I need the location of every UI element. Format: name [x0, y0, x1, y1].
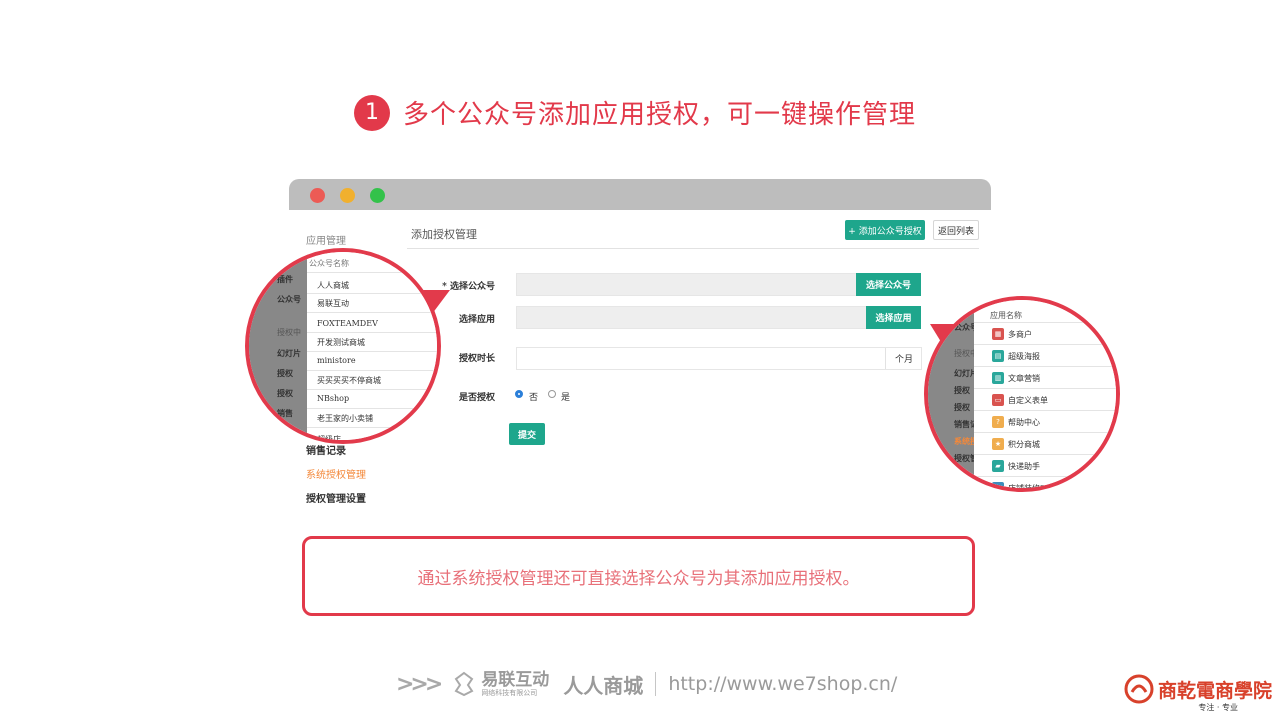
minimize-window-button[interactable] [340, 188, 355, 203]
app-option[interactable]: 超级海报 [1008, 351, 1040, 362]
left-magnifier: 插件 公众号 授权中 幻灯片 授权 授权 销售 公众号名称 人人商城 易联互动 … [245, 248, 441, 444]
article-icon: ▥ [992, 372, 1004, 384]
app-option[interactable]: 帮助中心 [1008, 417, 1040, 428]
app-dropdown-header: 应用名称 [990, 311, 1022, 320]
submit-button[interactable]: 提交 [509, 423, 545, 445]
sidebar-item-auth-settings[interactable]: 授权管理设置 [306, 490, 366, 505]
decorate-icon: ◧ [992, 482, 1004, 488]
account-option[interactable]: 人人商城 [317, 280, 349, 291]
right-behind-label-5: 授权 [954, 402, 970, 412]
slide-title-text: 多个公众号添加应用授权，可一键操作管理 [403, 100, 917, 130]
close-window-button[interactable] [310, 188, 325, 203]
window-titlebar [289, 179, 991, 210]
maximize-window-button[interactable] [370, 188, 385, 203]
app-dropdown: 应用名称 ▦ 多商户 ▤ 超级海报 ▥ 文章营销 ▭ 自定义表单 ? 帮助中心 … [974, 300, 1116, 488]
points-icon: ★ [992, 438, 1004, 450]
app-option[interactable]: 多商户 [1008, 329, 1032, 340]
step-number-badge: 1 [354, 94, 390, 131]
radio-no-label: 否 [529, 393, 539, 403]
left-behind-label-2: 公众号 [277, 294, 301, 304]
duration-unit: 个月 [885, 348, 922, 369]
select-app-button[interactable]: 选择应用 [866, 306, 921, 329]
form-icon: ▭ [992, 394, 1004, 406]
note-box: 通过系统授权管理还可直接选择公众号为其添加应用授权。 [302, 536, 975, 616]
left-behind-label-7: 销售 [277, 408, 293, 418]
footer-url[interactable]: http://www.we7shop.cn/ [668, 673, 897, 695]
right-behind-label-4: 授权 [954, 385, 970, 395]
help-icon: ? [992, 416, 1004, 428]
brand-name: 商乾電商學院 [1157, 679, 1272, 702]
add-account-auth-button[interactable]: + 添加公众号授权 [845, 220, 925, 240]
footer: >>> 易联互动 网络科技有限公司 人人商城 http://www.we7sho… [396, 668, 897, 700]
account-input[interactable] [516, 273, 857, 296]
radio-yes-label: 是 [561, 393, 571, 403]
product-logo: 人人商城 [563, 673, 644, 698]
account-option[interactable]: 易联互动 [317, 298, 349, 309]
back-to-list-button[interactable]: 返回列表 [933, 220, 979, 240]
account-option[interactable]: 老王家的小卖铺 [317, 413, 373, 424]
account-dropdown: 公众号名称 人人商城 易联互动 FOXTEAMDEV 开发测试商城 minist… [307, 252, 437, 440]
header-divider [407, 248, 979, 249]
chevrons-icon: >>> [396, 671, 443, 697]
company-logo: 易联互动 网络科技有限公司 [481, 671, 549, 698]
select-account-button[interactable]: 选择公众号 [856, 273, 921, 296]
radio-yes[interactable] [548, 390, 556, 398]
note-text: 通过系统授权管理还可直接选择公众号为其添加应用授权。 [417, 568, 860, 589]
left-behind-label-5: 授权 [277, 368, 293, 378]
slide-title: 1 多个公众号添加应用授权，可一键操作管理 [354, 94, 916, 131]
account-option[interactable]: ministore [317, 356, 356, 365]
yilian-logo-icon [454, 671, 474, 697]
account-option[interactable]: FOXTEAMDEV [317, 319, 378, 328]
brand-emblem-icon [1124, 674, 1154, 704]
app-option[interactable]: 快递助手 [1008, 461, 1040, 472]
duration-input[interactable] [516, 347, 922, 370]
app-input[interactable] [516, 306, 867, 329]
express-icon: ▰ [992, 460, 1004, 472]
sidebar-section-title: 应用管理 [306, 236, 346, 247]
store-icon: ▦ [992, 328, 1004, 340]
account-option[interactable]: NBshop [317, 394, 349, 403]
app-option[interactable]: 文章营销 [1008, 373, 1040, 384]
right-magnifier: 公众号 授权中 幻灯片 授权 授权 销售记 系统授 授权管 应用名称 ▦ 多商户… [924, 296, 1120, 492]
left-behind-label-6: 授权 [277, 388, 293, 398]
company-name: 易联互动 [481, 669, 550, 690]
left-behind-label-4: 幻灯片 [277, 348, 301, 358]
left-behind-label-1: 插件 [277, 274, 293, 284]
sidebar-item-sales[interactable]: 销售记录 [306, 442, 346, 457]
company-sub: 网络科技有限公司 [481, 688, 538, 697]
app-option[interactable]: 积分商城 [1008, 439, 1040, 450]
radio-no[interactable] [515, 390, 523, 398]
brand-logo: 商乾電商學院 [1124, 674, 1272, 704]
left-behind-label-3: 授权中 [277, 328, 301, 337]
account-option[interactable]: 开发测试商城 [317, 337, 365, 348]
app-option[interactable]: 店铺装修2.0 [1008, 483, 1053, 488]
sidebar-item-system-auth[interactable]: 系统授权管理 [306, 466, 366, 481]
brand-tagline: 专注 · 专业 [1198, 703, 1238, 712]
page-title: 添加授权管理 [411, 228, 477, 241]
footer-divider [655, 672, 657, 696]
app-option[interactable]: 自定义表单 [1008, 395, 1048, 406]
poster-icon: ▤ [992, 350, 1004, 362]
account-option[interactable]: 买买买买不停商城 [317, 375, 381, 386]
account-dropdown-header: 公众号名称 [309, 259, 349, 268]
